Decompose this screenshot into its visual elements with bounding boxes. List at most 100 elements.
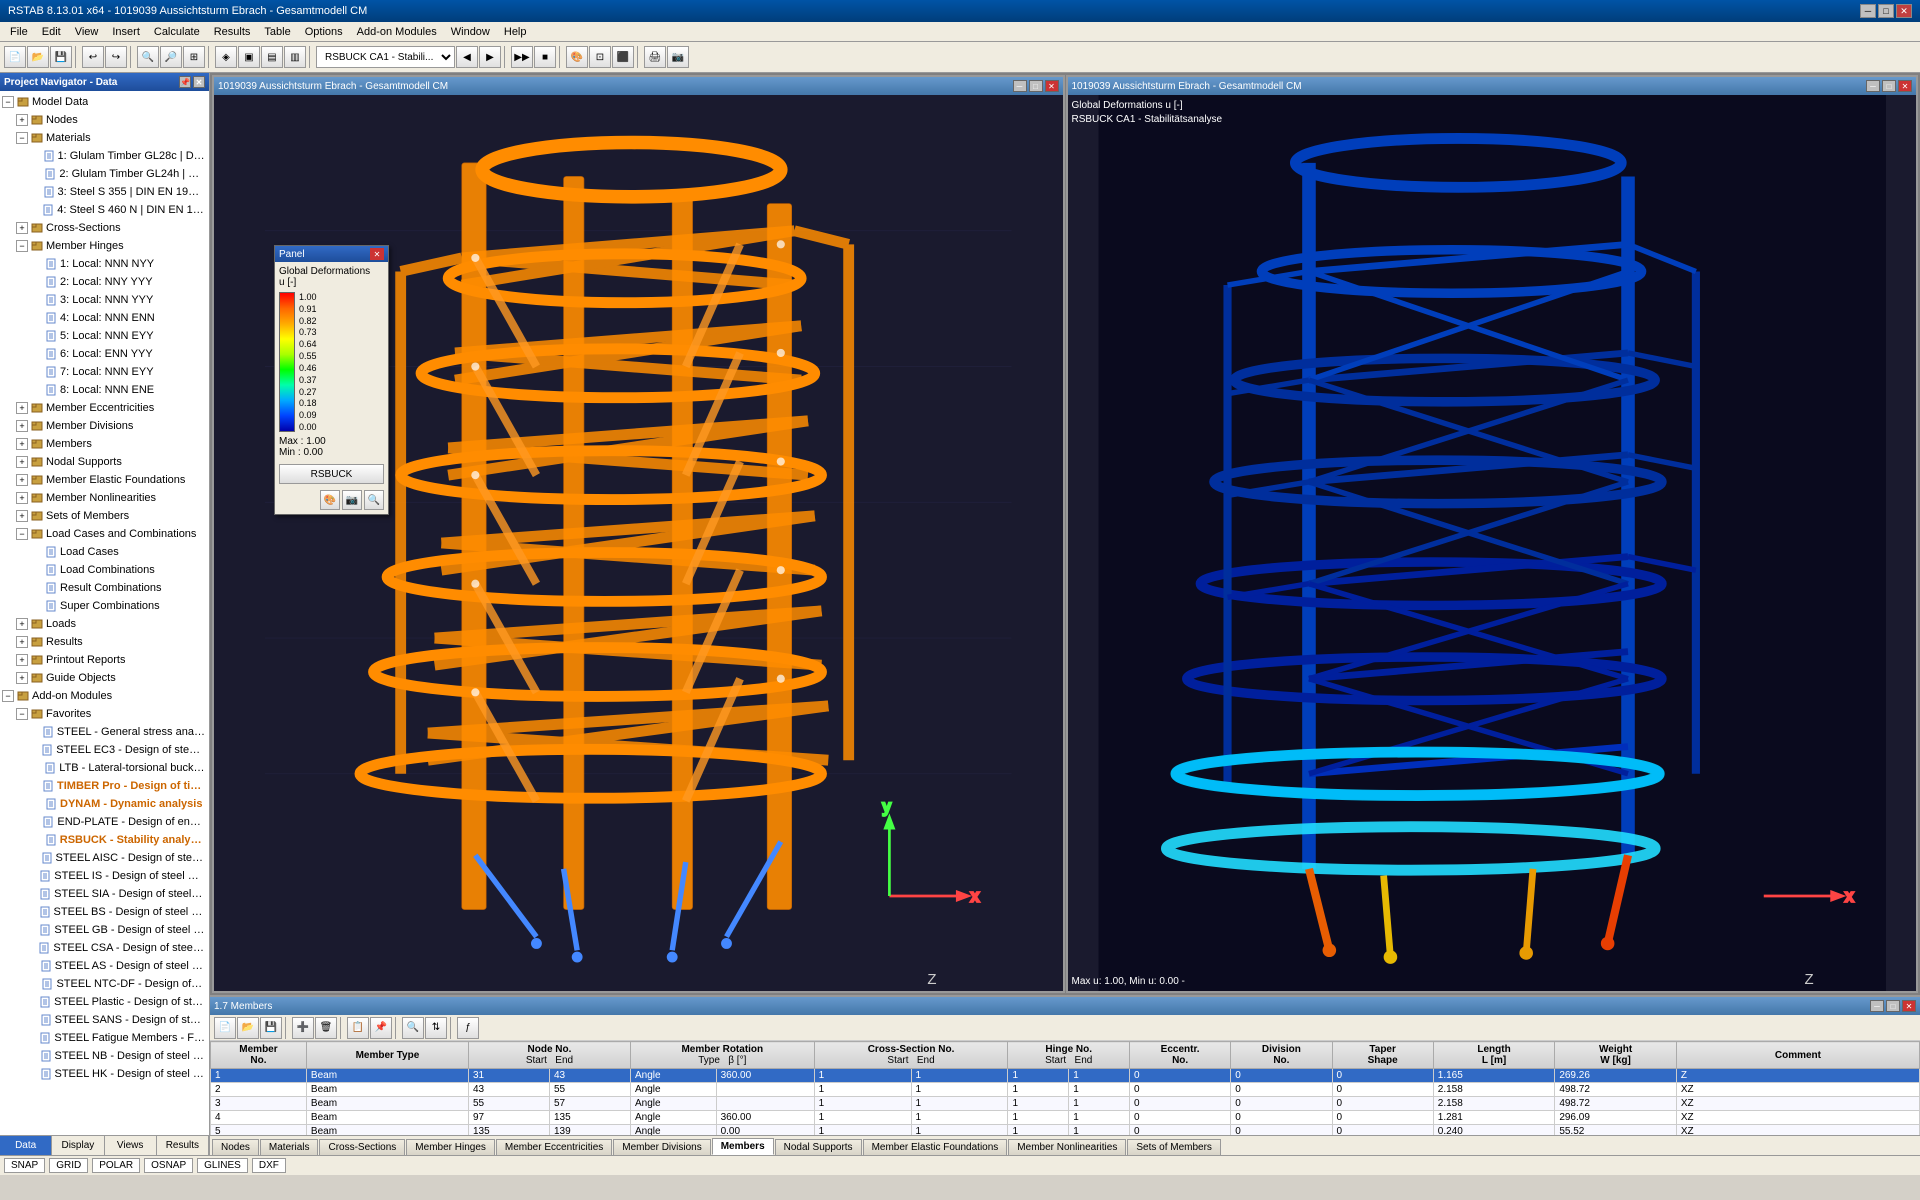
tree-toggle-printout-reports[interactable]: + (16, 654, 28, 666)
tree-toggle-load-cases-combinations[interactable]: − (16, 528, 28, 540)
table-tab-member-elastic-foundations[interactable]: Member Elastic Foundations (863, 1139, 1008, 1155)
status-item-snap[interactable]: SNAP (4, 1158, 45, 1173)
tree-item-fav20[interactable]: STEEL HK - Design of steel mem... (0, 1065, 209, 1083)
table-tb-save[interactable]: 💾 (260, 1017, 282, 1039)
tree-item-fav3[interactable]: LTB - Lateral-torsional buckli... (0, 759, 209, 777)
tree-toggle-member-eccentricities[interactable]: + (16, 402, 28, 414)
tree-toggle-guide-objects[interactable]: + (16, 672, 28, 684)
tree-item-fav19[interactable]: STEEL NB - Design of steel mem... (0, 1047, 209, 1065)
tree-item-fav5[interactable]: DYNAM - Dynamic analysis (0, 795, 209, 813)
prev-case-button[interactable]: ◀ (456, 46, 478, 68)
tree-item-fav7[interactable]: RSBUCK - Stability analysis (0, 831, 209, 849)
table-tb-add[interactable]: ➕ (292, 1017, 314, 1039)
new-button[interactable]: 📄 (4, 46, 26, 68)
tree-item-fav4[interactable]: TIMBER Pro - Design of timb... (0, 777, 209, 795)
tree-toggle-member-nonlinearities[interactable]: + (16, 492, 28, 504)
menu-item-edit[interactable]: Edit (36, 24, 67, 40)
table-tab-member-nonlinearities[interactable]: Member Nonlinearities (1008, 1139, 1126, 1155)
tree-item-member-divisions[interactable]: +Member Divisions (0, 417, 209, 435)
tree-item-mat3[interactable]: 3: Steel S 355 | DIN EN 1993-1- (0, 183, 209, 201)
tree-item-h3[interactable]: 3: Local: NNN YYY (0, 291, 209, 309)
tree-item-nodes[interactable]: +Nodes (0, 111, 209, 129)
menu-item-table[interactable]: Table (258, 24, 296, 40)
table-tab-member-hinges[interactable]: Member Hinges (406, 1139, 495, 1155)
tree-item-super-combinations[interactable]: Super Combinations (0, 597, 209, 615)
tree-item-cross-sections[interactable]: +Cross-Sections (0, 219, 209, 237)
print-button[interactable]: 🖨 (644, 46, 666, 68)
table-min-button[interactable]: ─ (1870, 1000, 1884, 1012)
tree-item-fav14[interactable]: STEEL AS - Design of steel mem... (0, 957, 209, 975)
tree-item-load-combinations[interactable]: Load Combinations (0, 561, 209, 579)
load-case-dropdown[interactable]: RSBUCK CA1 - Stabili... (316, 46, 455, 68)
tree-item-guide-objects[interactable]: +Guide Objects (0, 669, 209, 687)
table-row[interactable]: 1Beam3143Angle360.0011110001.165269.26Z (211, 1069, 1920, 1083)
table-tab-cross-sections[interactable]: Cross-Sections (319, 1139, 405, 1155)
tree-item-printout-reports[interactable]: +Printout Reports (0, 651, 209, 669)
table-tab-nodes[interactable]: Nodes (212, 1139, 259, 1155)
table-tb-copy[interactable]: 📋 (347, 1017, 369, 1039)
stop-button[interactable]: ■ (534, 46, 556, 68)
status-item-glines[interactable]: GLINES (197, 1158, 248, 1173)
status-item-polar[interactable]: POLAR (92, 1158, 140, 1173)
tree-toggle-sets-of-members[interactable]: + (16, 510, 28, 522)
table-row[interactable]: 2Beam4355Angle11110002.158498.72XZ (211, 1083, 1920, 1097)
panel-tool-1[interactable]: 🎨 (320, 490, 340, 510)
view2-content[interactable]: Global Deformations u [-] RSBUCK CA1 - S… (1068, 95, 1917, 991)
nav-tab-views[interactable]: Views (105, 1136, 157, 1155)
menu-item-calculate[interactable]: Calculate (148, 24, 206, 40)
table-row[interactable]: 5Beam135139Angle0.0011110000.24055.52XZ (211, 1125, 1920, 1136)
tree-item-loads[interactable]: +Loads (0, 615, 209, 633)
tree-item-h7[interactable]: 7: Local: NNN EYY (0, 363, 209, 381)
table-tb-paste[interactable]: 📌 (370, 1017, 392, 1039)
view-top-button[interactable]: ▥ (284, 46, 306, 68)
tree-toggle-nodal-supports[interactable]: + (16, 456, 28, 468)
tree-item-member-eccentricities[interactable]: +Member Eccentricities (0, 399, 209, 417)
panel-tool-3[interactable]: 🔍 (364, 490, 384, 510)
status-item-osnap[interactable]: OSNAP (144, 1158, 193, 1173)
rsbuck-button[interactable]: RSBUCK (279, 464, 384, 484)
run-button[interactable]: ▶▶ (511, 46, 533, 68)
tree-item-fav15[interactable]: STEEL NTC-DF - Design of ste... (0, 975, 209, 993)
nav-tab-data[interactable]: Data (0, 1136, 52, 1155)
menu-item-view[interactable]: View (69, 24, 105, 40)
maximize-button[interactable]: □ (1878, 4, 1894, 18)
table-max-button[interactable]: □ (1886, 1000, 1900, 1012)
next-case-button[interactable]: ▶ (479, 46, 501, 68)
nav-pin-button[interactable]: 📌 (179, 76, 191, 88)
tree-item-load-cases-combinations[interactable]: −Load Cases and Combinations (0, 525, 209, 543)
open-button[interactable]: 📂 (27, 46, 49, 68)
tree-toggle-cross-sections[interactable]: + (16, 222, 28, 234)
menu-item-file[interactable]: File (4, 24, 34, 40)
tree-item-fav13[interactable]: STEEL CSA - Design of steel mem... (0, 939, 209, 957)
table-tab-member-eccentricities[interactable]: Member Eccentricities (496, 1139, 612, 1155)
nav-tab-display[interactable]: Display (52, 1136, 104, 1155)
zoom-fit-button[interactable]: ⊞ (183, 46, 205, 68)
view-front-button[interactable]: ▣ (238, 46, 260, 68)
tree-item-fav6[interactable]: END-PLATE - Design of end p... (0, 813, 209, 831)
status-item-grid[interactable]: GRID (49, 1158, 88, 1173)
tree-item-h4[interactable]: 4: Local: NNN ENN (0, 309, 209, 327)
tree-toggle-favorites[interactable]: − (16, 708, 28, 720)
tree-item-mat4[interactable]: 4: Steel S 460 N | DIN EN 1993- (0, 201, 209, 219)
tree-item-h1[interactable]: 1: Local: NNN NYY (0, 255, 209, 273)
menu-item-options[interactable]: Options (299, 24, 349, 40)
minimize-button[interactable]: ─ (1860, 4, 1876, 18)
tree-item-mat1[interactable]: 1: Glulam Timber GL28c | DIN 1 (0, 147, 209, 165)
view1-close-button[interactable]: ✕ (1045, 80, 1059, 92)
status-item-dxf[interactable]: DXF (252, 1158, 286, 1173)
table-tb-new[interactable]: 📄 (214, 1017, 236, 1039)
tree-toggle-member-divisions[interactable]: + (16, 420, 28, 432)
tree-item-fav18[interactable]: STEEL Fatigue Members - Fatigu... (0, 1029, 209, 1047)
nav-tab-results[interactable]: Results (157, 1136, 209, 1155)
table-tab-member-divisions[interactable]: Member Divisions (613, 1139, 710, 1155)
table-tab-sets-of-members[interactable]: Sets of Members (1127, 1139, 1221, 1155)
tree-toggle-member-elastic-foundations[interactable]: + (16, 474, 28, 486)
view2-max-button[interactable]: □ (1882, 80, 1896, 92)
menu-item-insert[interactable]: Insert (106, 24, 146, 40)
save-button[interactable]: 💾 (50, 46, 72, 68)
tree-item-h6[interactable]: 6: Local: ENN YYY (0, 345, 209, 363)
tree-item-model-data[interactable]: −Model Data (0, 93, 209, 111)
panel-close-button[interactable]: ✕ (370, 248, 384, 260)
table-content[interactable]: MemberNo. Member Type Node No.Start End … (210, 1041, 1920, 1135)
table-tab-members[interactable]: Members (712, 1138, 774, 1155)
